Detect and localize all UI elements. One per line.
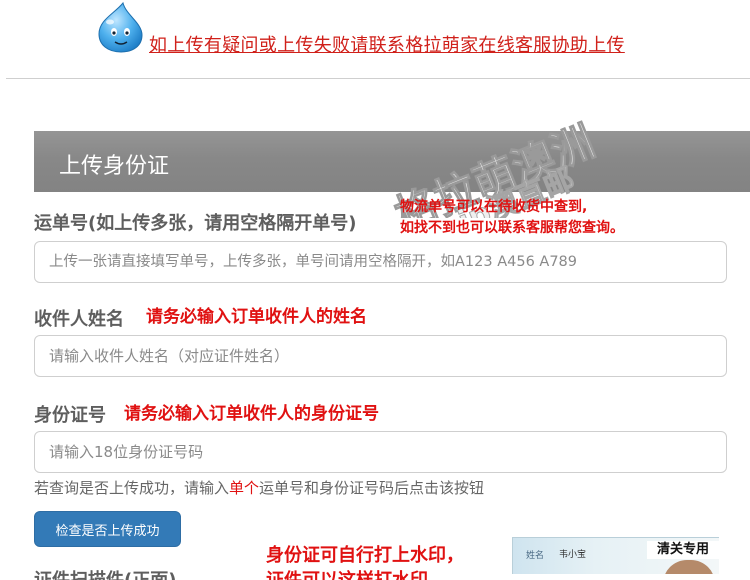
check-help-text: 若查询是否上传成功，请输入单个运单号和身份证号码后点击该按钮 bbox=[34, 477, 484, 498]
tracking-note-line2: 如找不到也可以联系客服帮您查询。 bbox=[400, 220, 624, 236]
check-help-suffix: 运单号和身份证号码后点击该按钮 bbox=[259, 479, 485, 497]
panel-header: 上传身份证 bbox=[34, 131, 750, 192]
scan-front-label: 证件扫描件(正面) bbox=[34, 566, 176, 580]
id-number-label: 身份证号 bbox=[34, 405, 106, 426]
tracking-number-input[interactable] bbox=[34, 241, 727, 283]
recipient-name-input[interactable] bbox=[34, 335, 727, 377]
id-number-input[interactable] bbox=[34, 431, 727, 473]
watermark-tip: 身份证可自行打上水印， bbox=[266, 545, 464, 566]
id-number-note: 请务必输入订单收件人的身份证号 bbox=[124, 404, 379, 424]
card-name-value: 韦小宝 bbox=[559, 550, 587, 560]
panel-title: 上传身份证 bbox=[59, 154, 170, 179]
recipient-name-note: 请务必输入订单收件人的姓名 bbox=[146, 307, 367, 327]
check-upload-button[interactable]: 检查是否上传成功 bbox=[34, 511, 181, 547]
tracking-note-line1: 物流单号可以在待收货中查到, bbox=[400, 199, 588, 215]
card-portrait bbox=[663, 560, 715, 574]
tracking-number-label: 运单号(如上传多张，请用空格隔开单号) bbox=[34, 213, 357, 234]
id-card-sample-image: 姓名 韦小宝 清关专用 bbox=[512, 537, 719, 574]
recipient-name-label: 收件人姓名 bbox=[34, 309, 124, 330]
water-drop-mascot-icon bbox=[98, 1, 143, 53]
watermark-tip-line2: 证件可以这样打水印 bbox=[266, 566, 428, 580]
card-stamp: 清关专用 bbox=[647, 541, 719, 559]
top-notice-bar: 如上传有疑问或上传失败请联系格拉萌家在线客服协助上传 bbox=[0, 0, 750, 78]
card-name-field-label: 姓名 bbox=[526, 551, 545, 561]
top-divider bbox=[6, 78, 750, 79]
check-help-emphasis: 单个 bbox=[229, 479, 260, 497]
contact-service-link[interactable]: 如上传有疑问或上传失败请联系格拉萌家在线客服协助上传 bbox=[149, 31, 625, 57]
check-help-prefix: 若查询是否上传成功，请输入 bbox=[34, 479, 230, 497]
